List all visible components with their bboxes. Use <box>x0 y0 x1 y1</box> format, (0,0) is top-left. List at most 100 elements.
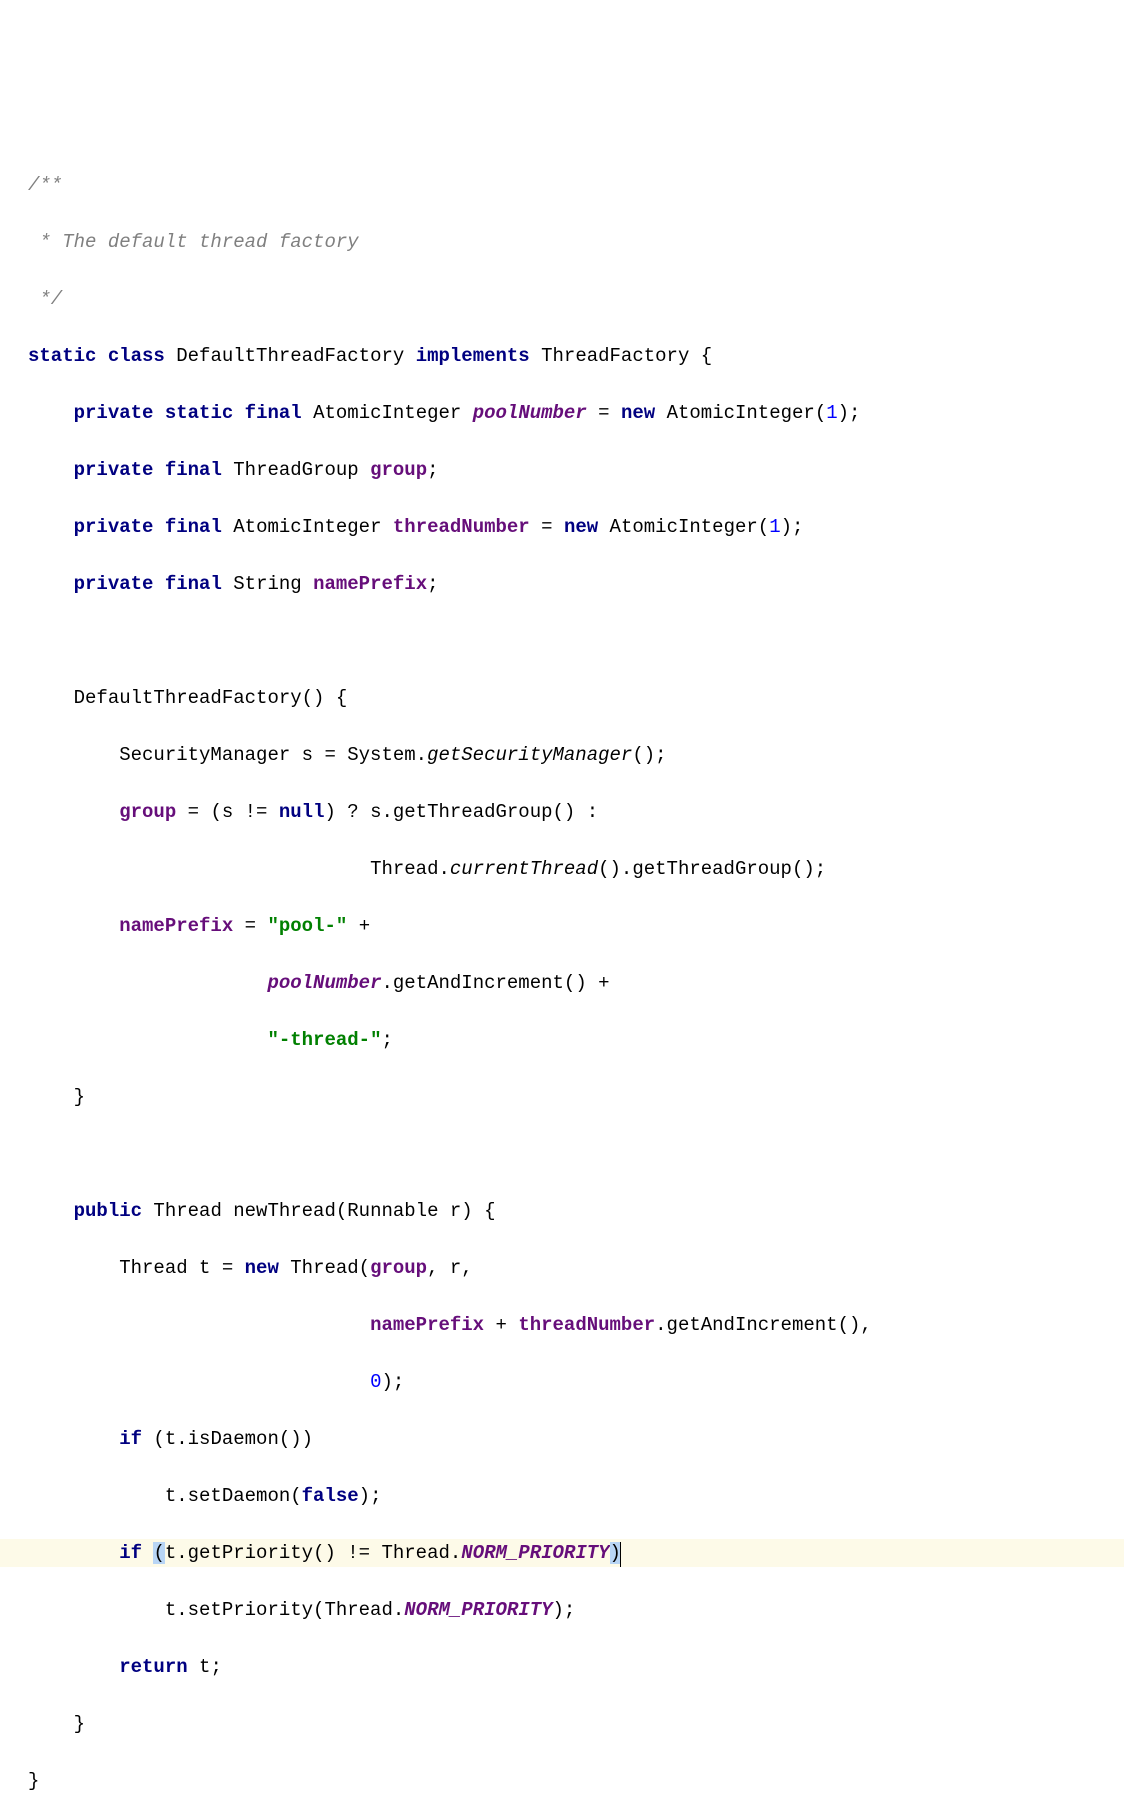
text: .getAndIncrement(), <box>655 1314 872 1336</box>
indent <box>28 516 74 538</box>
keyword: null <box>279 801 325 823</box>
field: group <box>370 1257 427 1279</box>
keyword: final <box>165 516 222 538</box>
text: } <box>28 1770 39 1792</box>
indent <box>28 1542 119 1564</box>
code-line: if (t.isDaemon()) <box>28 1425 1124 1454</box>
text: + <box>484 1314 518 1336</box>
indent <box>28 1257 119 1279</box>
code-line: "-thread-"; <box>28 1026 1124 1055</box>
code-line: t.setPriority(Thread.NORM_PRIORITY); <box>28 1596 1124 1625</box>
keyword: final <box>165 459 222 481</box>
text: } <box>74 1713 85 1735</box>
text: Thread. <box>370 858 450 880</box>
text: Thread( <box>279 1257 370 1279</box>
text: ; <box>381 1029 392 1051</box>
text: t.setPriority(Thread. <box>165 1599 404 1621</box>
text: ; <box>427 459 438 481</box>
keyword: implements <box>416 345 530 367</box>
text: (t.isDaemon()) <box>142 1428 313 1450</box>
text: ); <box>553 1599 576 1621</box>
keyword: return <box>119 1656 187 1678</box>
caret <box>620 1542 621 1567</box>
text: ().getThreadGroup(); <box>598 858 826 880</box>
indent <box>28 1371 370 1393</box>
code-line: */ <box>28 285 1124 314</box>
keyword: new <box>564 516 598 538</box>
code-line: /** <box>28 171 1124 200</box>
code-line: return t; <box>28 1653 1124 1682</box>
type: String <box>222 573 313 595</box>
indent <box>28 1086 74 1108</box>
keyword: private <box>74 573 154 595</box>
text: SecurityManager s = System. <box>119 744 427 766</box>
comment: * The default thread factory <box>28 231 359 253</box>
code-line: group = (s != null) ? s.getThreadGroup()… <box>28 798 1124 827</box>
code-line: private final AtomicInteger threadNumber… <box>28 513 1124 542</box>
keyword: if <box>119 1428 142 1450</box>
field: poolNumber <box>473 402 587 424</box>
indent <box>28 1428 119 1450</box>
text: AtomicInteger( <box>598 516 769 538</box>
code-line <box>28 1140 1124 1169</box>
text: = <box>587 402 621 424</box>
code-line: static class DefaultThreadFactory implem… <box>28 342 1124 371</box>
text: = (s != <box>176 801 279 823</box>
keyword: static <box>165 402 233 424</box>
code-line: } <box>28 1767 1124 1796</box>
comment: /** <box>28 174 62 196</box>
type: AtomicInteger <box>302 402 473 424</box>
field: namePrefix <box>313 573 427 595</box>
keyword: public <box>74 1200 142 1222</box>
string: "-thread-" <box>267 1029 381 1051</box>
keyword: final <box>245 402 302 424</box>
type: ThreadGroup <box>222 459 370 481</box>
code-line: Thread t = new Thread(group, r, <box>28 1254 1124 1283</box>
keyword: private <box>74 402 154 424</box>
constructor: DefaultThreadFactory() { <box>74 687 348 709</box>
text <box>142 1542 153 1564</box>
code-line: SecurityManager s = System.getSecurityMa… <box>28 741 1124 770</box>
code-line: } <box>28 1083 1124 1112</box>
static-method: currentThread <box>450 858 598 880</box>
indent <box>28 1485 165 1507</box>
text: ) ? s.getThreadGroup() : <box>324 801 598 823</box>
keyword: new <box>621 402 655 424</box>
keyword: class <box>108 345 165 367</box>
text: ); <box>781 516 804 538</box>
text: } <box>74 1086 85 1108</box>
field: namePrefix <box>370 1314 484 1336</box>
code-line: private final ThreadGroup group; <box>28 456 1124 485</box>
code-line: t.setDaemon(false); <box>28 1482 1124 1511</box>
indent <box>28 573 74 595</box>
indent <box>28 801 119 823</box>
type: AtomicInteger <box>222 516 393 538</box>
indent <box>28 858 370 880</box>
text: + <box>347 915 370 937</box>
number: 1 <box>826 402 837 424</box>
indent <box>28 1713 74 1735</box>
keyword: final <box>165 573 222 595</box>
text: ); <box>838 402 861 424</box>
code-line <box>28 627 1124 656</box>
code-editor[interactable]: /** * The default thread factory */ stat… <box>28 142 1124 1800</box>
keyword: private <box>74 459 154 481</box>
text: t.getPriority() != Thread. <box>165 1542 461 1564</box>
text: AtomicInteger( <box>655 402 826 424</box>
indent <box>28 744 119 766</box>
indent <box>28 1656 119 1678</box>
indent <box>28 687 74 709</box>
code-line: DefaultThreadFactory() { <box>28 684 1124 713</box>
indent <box>28 402 74 424</box>
text: ; <box>427 573 438 595</box>
static-method: getSecurityManager <box>427 744 632 766</box>
indent <box>28 915 119 937</box>
text: = <box>233 915 267 937</box>
code-line: private static final AtomicInteger poolN… <box>28 399 1124 428</box>
field: poolNumber <box>267 972 381 994</box>
code-line: } <box>28 1710 1124 1739</box>
constant: NORM_PRIORITY <box>404 1599 552 1621</box>
number: 1 <box>769 516 780 538</box>
keyword: if <box>119 1542 142 1564</box>
constant: NORM_PRIORITY <box>461 1542 609 1564</box>
